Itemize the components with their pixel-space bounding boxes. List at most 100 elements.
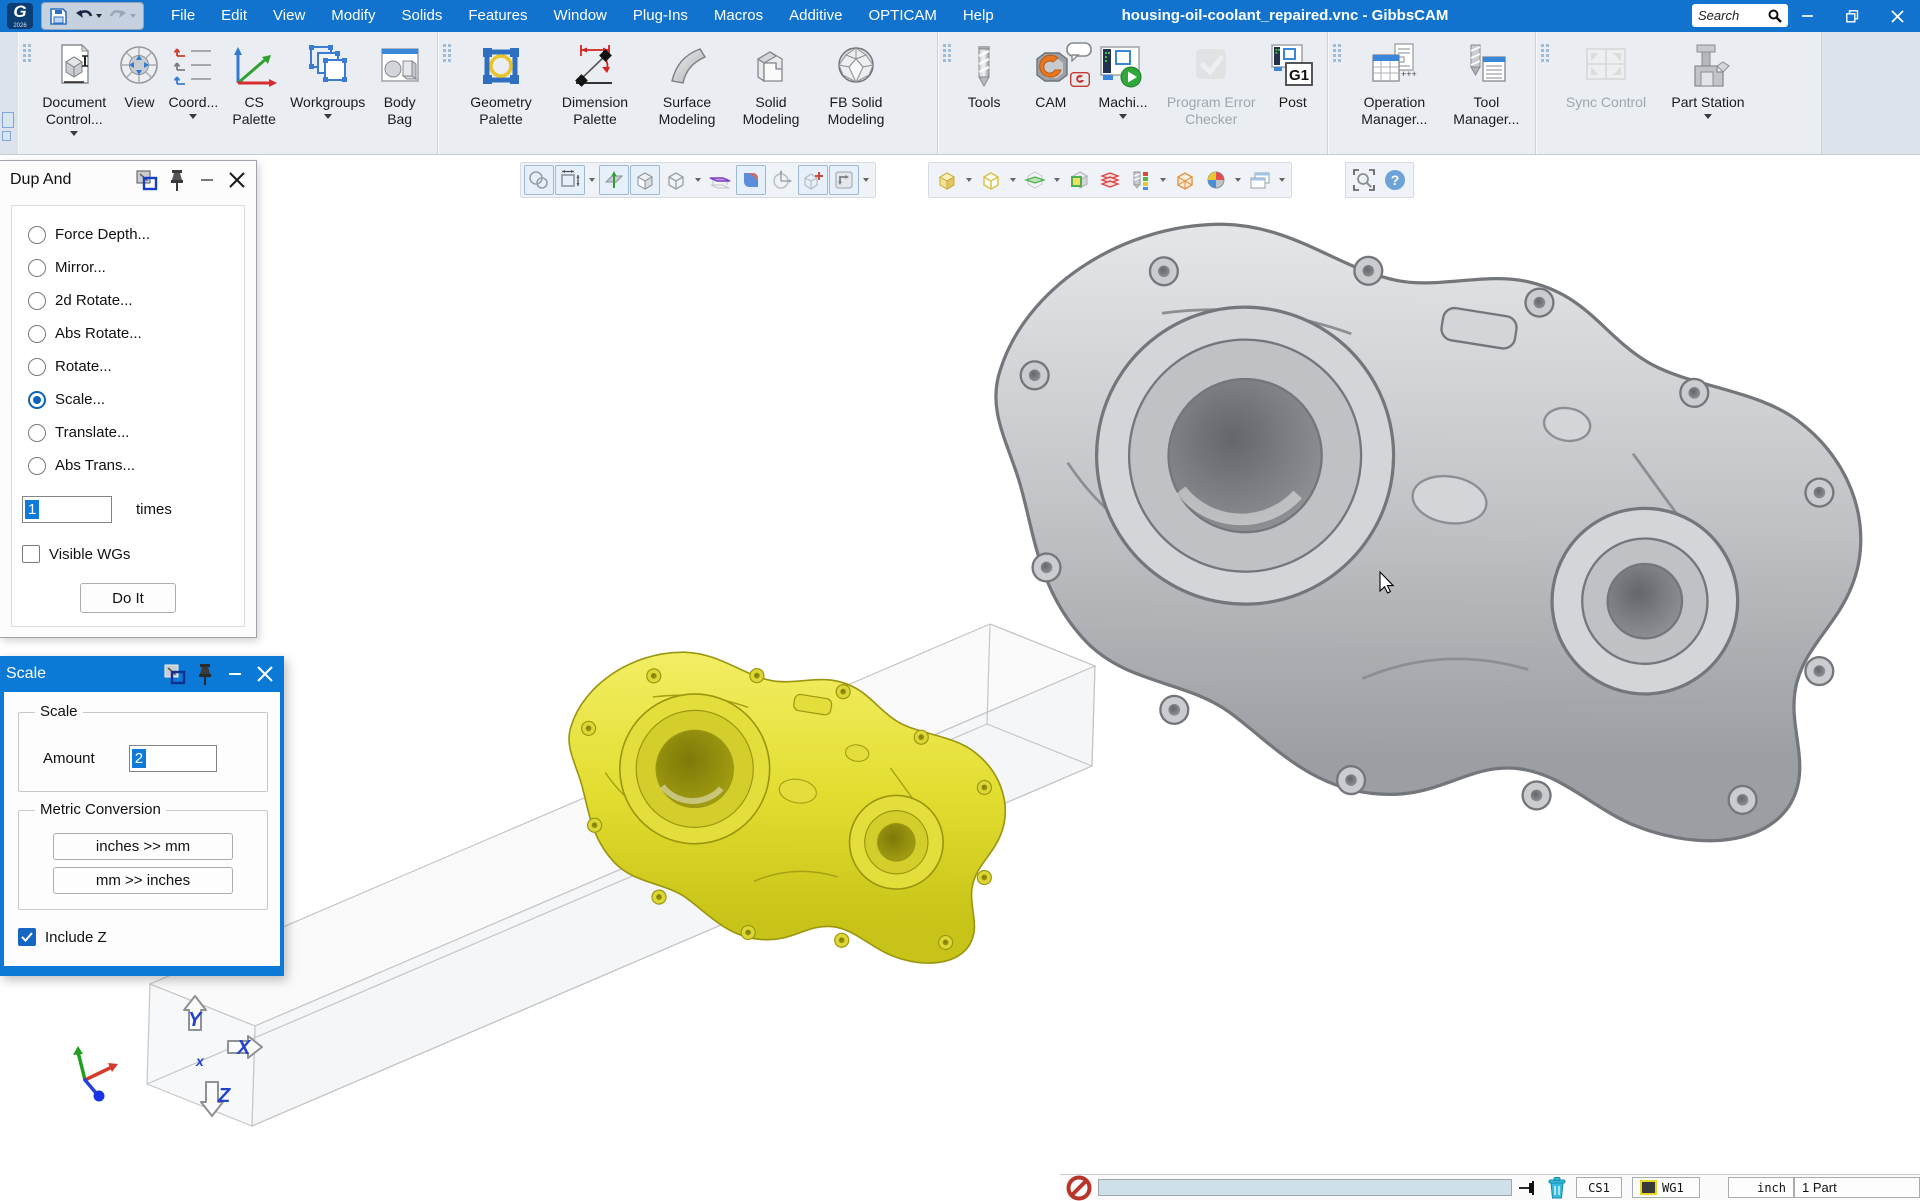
radio-scale[interactable]: Scale... [28,383,244,416]
include-z-row[interactable]: Include Z [18,928,107,946]
ribbon-item-machining[interactable]: Machi... [1088,38,1157,121]
cam-comment-icon[interactable] [1066,42,1092,62]
menu-opticam[interactable]: OPTICAM [855,0,949,32]
menu-plugins[interactable]: Plug-Ins [620,0,701,32]
cam-badge-icon[interactable] [1070,72,1090,87]
minimize-panel-icon[interactable] [192,165,222,195]
radio-mirror[interactable]: Mirror... [28,251,244,284]
scale-dialog-titlebar[interactable]: Scale [0,656,284,692]
menu-additive[interactable]: Additive [776,0,855,32]
menu-features[interactable]: Features [455,0,540,32]
trash-icon[interactable] [1546,1176,1568,1200]
dropdown-arrow-icon[interactable] [1054,178,1060,182]
pin-icon[interactable] [162,165,192,195]
times-input[interactable]: 1 [22,496,112,523]
restore-button[interactable] [1830,0,1875,32]
visible-wgs-checkbox[interactable] [22,545,40,563]
inches-to-mm-button[interactable]: inches >> mm [53,833,233,860]
ribbon-item-operation-manager[interactable]: +++ Operation Manager... [1345,38,1444,130]
windows-button[interactable] [1245,165,1275,195]
include-z-checkbox[interactable] [18,928,36,946]
ribbon-item-coord[interactable]: Coord... [165,38,221,121]
ribbon-item-tool-manager[interactable]: Tool Manager... [1444,38,1529,130]
minimize-panel-icon[interactable] [220,659,250,689]
minimize-button[interactable] [1785,0,1830,32]
ribbon-item-document-control[interactable]: Document Control... [35,38,113,138]
search-input[interactable]: Search [1692,4,1788,27]
ribbon-item-dimension-palette[interactable]: Dimension Palette [547,38,643,130]
facet-view-button[interactable] [1064,165,1094,195]
group-drag-handle-icon[interactable] [1333,44,1341,62]
menu-modify[interactable]: Modify [318,0,388,32]
menu-edit[interactable]: Edit [208,0,260,32]
slice-view-button[interactable] [1020,165,1050,195]
add-cs-button[interactable] [798,165,828,195]
ribbon-item-body-bag[interactable]: Body Bag [368,38,431,130]
radio-rotate[interactable]: Rotate... [28,350,244,383]
menu-help[interactable]: Help [950,0,1007,32]
menu-view[interactable]: View [260,0,318,32]
dropdown-arrow-icon[interactable] [863,178,869,182]
select-overlap-button[interactable] [524,165,554,195]
visible-wgs-row[interactable]: Visible WGs [22,545,244,563]
ribbon-item-view[interactable]: View [113,38,165,113]
do-it-button[interactable]: Do It [80,583,176,613]
dropdown-arrow-icon[interactable] [1010,178,1016,182]
radio-translate[interactable]: Translate... [28,416,244,449]
quadrant-sphere-button[interactable] [1201,165,1231,195]
dropdown-arrow-icon[interactable] [1235,178,1241,182]
group-drag-handle-icon[interactable] [23,44,31,62]
tool-display-button[interactable] [1126,165,1156,195]
dropdown-arrow-icon[interactable] [1160,178,1166,182]
transfer-icon[interactable] [160,659,190,689]
layers-button[interactable] [1095,165,1125,195]
render-mode-button[interactable] [736,165,766,195]
help-button[interactable]: ? [1380,165,1410,195]
units-indicator[interactable]: inch [1728,1177,1794,1198]
undo-dropdown[interactable] [96,14,102,18]
dropdown-arrow-icon[interactable] [1279,178,1285,182]
radio-abs-rotate[interactable]: Abs Rotate... [28,317,244,350]
ribbon-item-cam[interactable]: CAM [1013,38,1088,113]
ribbon-item-geometry-palette[interactable]: Geometry Palette [455,38,547,130]
radio-force-depth[interactable]: Force Depth... [28,218,244,251]
redo-button[interactable] [106,5,138,27]
plane-view-button[interactable] [599,165,629,195]
stop-icon[interactable] [1066,1175,1092,1201]
sphere-axes-button[interactable] [767,165,797,195]
section-view-button[interactable] [705,165,735,195]
redo-dropdown[interactable] [130,14,136,18]
cs-indicator[interactable]: CS1 [1576,1177,1622,1198]
ribbon-item-solid-modeling[interactable]: Solid Modeling [731,38,811,130]
menu-file[interactable]: File [158,0,208,32]
dimension-view-button[interactable] [555,165,585,195]
shaded-solid-button[interactable] [932,165,962,195]
ribbon-item-tools[interactable]: Tools [955,38,1013,113]
ribbon-item-fb-solid-modeling[interactable]: FB Solid Modeling [811,38,901,130]
ribbon-item-post[interactable]: G1 Post [1265,38,1321,113]
viewport-3d[interactable]: Y X x Z [0,154,1920,1176]
ribbon-item-part-station[interactable]: Part Station [1659,38,1757,121]
close-panel-icon[interactable] [250,659,280,689]
save-button[interactable] [47,5,70,27]
wireframe-view-button[interactable] [661,165,691,195]
menu-solids[interactable]: Solids [388,0,455,32]
amount-input[interactable]: 2 [129,745,217,772]
close-button[interactable] [1875,0,1920,32]
undo-button[interactable] [72,5,104,27]
dup-and-titlebar[interactable]: Dup And [0,161,256,199]
ribbon-item-cs-palette[interactable]: CS Palette [221,38,287,130]
mm-to-inches-button[interactable]: mm >> inches [53,867,233,894]
menu-macros[interactable]: Macros [701,0,776,32]
edges-solid-button[interactable] [976,165,1006,195]
pin-icon[interactable] [190,659,220,689]
flip-cs-button[interactable] [829,165,859,195]
radio-abs-trans[interactable]: Abs Trans... [28,449,244,482]
dock-handle-icon[interactable] [2,112,14,144]
transfer-icon[interactable] [132,165,162,195]
zoom-select-button[interactable] [1349,165,1379,195]
ribbon-item-workgroups[interactable]: Workgroups [287,38,368,121]
bounding-box-button[interactable] [1170,165,1200,195]
dropdown-arrow-icon[interactable] [695,178,701,182]
dropdown-arrow-icon[interactable] [589,178,595,182]
